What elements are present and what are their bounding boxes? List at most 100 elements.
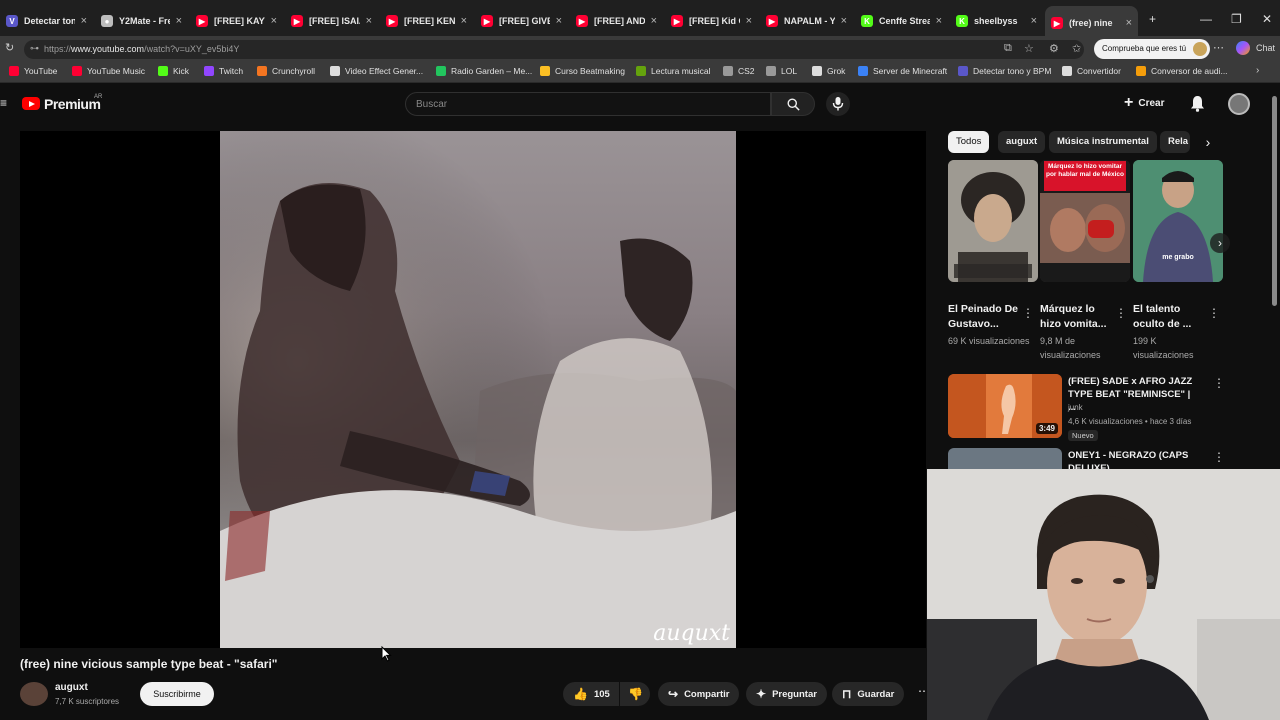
bookmark-item[interactable]: Radio Garden – Me... — [436, 66, 532, 76]
url-field[interactable]: ⊶ https://www.youtube.com/watch?v=uXY_ev… — [24, 40, 1084, 59]
browser-tab[interactable]: ▶ [FREE] ANDER × — [570, 8, 663, 34]
shorts-next-icon[interactable]: › — [1210, 233, 1230, 253]
maximize-icon[interactable]: ❐ — [1231, 12, 1242, 26]
browser-tab[interactable]: ▶ [FREE] KENDRI × — [380, 8, 473, 34]
video-frame[interactable]: auquxt — [220, 131, 736, 648]
favorites-icon[interactable]: ✩ — [1072, 42, 1081, 55]
close-window-icon[interactable]: ✕ — [1262, 12, 1272, 26]
chip-all[interactable]: Todos — [948, 131, 990, 153]
browser-tab[interactable]: V Detectar tono y × — [0, 8, 93, 34]
bookmark-item[interactable]: Convertidor — [1062, 66, 1121, 76]
tab-close-icon[interactable]: × — [1126, 17, 1132, 29]
bookmark-item[interactable]: Crunchyroll — [257, 66, 315, 76]
bookmark-item[interactable]: Server de Minecraft — [858, 66, 947, 76]
tab-close-icon[interactable]: × — [746, 15, 752, 27]
tab-close-icon[interactable]: × — [461, 15, 467, 27]
short-thumbnail-2[interactable]: Márquez lo hizo vomitar por hablar mal d… — [1040, 160, 1130, 282]
copilot-icon[interactable] — [1236, 41, 1250, 55]
browser-tab[interactable]: ▶ [FREE] ISAIAH R × — [285, 8, 378, 34]
search-input[interactable]: Buscar — [405, 92, 771, 116]
short-more-icon-3[interactable]: ⋮ — [1208, 306, 1220, 320]
short-title-2[interactable]: Márquez lo hizo vomita... — [1040, 302, 1115, 332]
profile-verify-button[interactable]: Comprueba que eres tú — [1094, 39, 1211, 59]
bookmark-item[interactable]: Twitch — [204, 66, 243, 76]
tab-close-icon[interactable]: × — [936, 15, 942, 27]
bookmark-label: Conversor de audi... — [1151, 66, 1228, 76]
bookmark-item[interactable]: Conversor de audi... — [1136, 66, 1228, 76]
dislike-button[interactable]: 👎 — [620, 682, 650, 706]
bookmark-item[interactable]: LOL — [766, 66, 797, 76]
browser-tab[interactable]: ● Y2Mate - Free Y × — [95, 8, 188, 34]
youtube-logo-icon[interactable] — [22, 97, 40, 110]
short-thumbnail-1[interactable] — [948, 160, 1038, 282]
screen-share-icon[interactable]: ⧉ — [1004, 42, 1012, 55]
create-button[interactable]: + Crear — [1124, 94, 1164, 112]
bookmark-item[interactable]: Curso Beatmaking — [540, 66, 625, 76]
chat-button[interactable]: Chat — [1256, 43, 1275, 53]
bookmarks-overflow-icon[interactable]: › — [1256, 65, 1259, 76]
browser-tab[interactable]: K Cenffe Stream × — [855, 8, 948, 34]
tab-close-icon[interactable]: × — [366, 15, 372, 27]
channel-name[interactable]: auguxt — [55, 682, 88, 693]
minimize-icon[interactable]: — — [1200, 12, 1212, 26]
tab-close-icon[interactable]: × — [556, 15, 562, 27]
browser-tab[interactable]: ▶ [FREE] KAYTRA × — [190, 8, 283, 34]
like-button[interactable]: 👍 105 — [563, 682, 619, 706]
new-tab-button[interactable]: + — [1149, 12, 1156, 26]
tab-close-icon[interactable]: × — [81, 15, 87, 27]
browser-tab[interactable]: ▶ (free) nine × — [1045, 6, 1138, 40]
account-avatar[interactable] — [1228, 93, 1250, 115]
bookmark-item[interactable]: YouTube — [9, 66, 57, 76]
chips-next-icon[interactable]: › — [1196, 131, 1220, 153]
recommendation-thumbnail-2[interactable] — [948, 448, 1062, 470]
notifications-button[interactable] — [1190, 95, 1205, 117]
bookmark-star-icon[interactable]: ☆ — [1024, 42, 1034, 55]
menu-icon[interactable]: ≡ — [0, 96, 7, 110]
bookmark-item[interactable]: Kick — [158, 66, 189, 76]
short-more-icon-2[interactable]: ⋮ — [1115, 306, 1127, 320]
tab-close-icon[interactable]: × — [1031, 15, 1037, 27]
youtube-brand[interactable]: Premium — [44, 96, 101, 112]
bookmark-item[interactable]: Grok — [812, 66, 845, 76]
recommendation-title-1[interactable]: (FREE) SADE x AFRO JAZZ TYPE BEAT "REMIN… — [1068, 375, 1198, 414]
bookmark-item[interactable]: Detectar tono y BPM — [958, 66, 1051, 76]
browser-tab[interactable]: ▶ [FREE] GIVEON × — [475, 8, 568, 34]
short-thumbnail-3[interactable]: me grabo — [1133, 160, 1223, 282]
bookmark-item[interactable]: CS2 — [723, 66, 755, 76]
page-scrollbar[interactable] — [1272, 96, 1277, 306]
recommendation-title-2[interactable]: ONEY1 - NEGRAZO (CAPS DELUXE) — [1068, 449, 1198, 470]
chip-instrumental[interactable]: Música instrumental — [1049, 131, 1157, 153]
tab-close-icon[interactable]: × — [651, 15, 657, 27]
browser-tab[interactable]: ▶ NAPALM - You × — [760, 8, 853, 34]
tab-close-icon[interactable]: × — [176, 15, 182, 27]
chip-channel[interactable]: auguxt — [998, 131, 1046, 153]
short-title-1[interactable]: El Peinado De Gustavo... — [948, 302, 1023, 332]
search-button[interactable] — [771, 92, 815, 116]
bookmark-label: Detectar tono y BPM — [973, 66, 1052, 76]
browser-tab[interactable]: Ksheelbyss × — [950, 8, 1043, 34]
save-button[interactable]: ⊓ Guardar — [832, 682, 905, 706]
recommendation-thumbnail-1[interactable]: 3:49 — [948, 374, 1062, 438]
chip-related[interactable]: Rela — [1160, 131, 1190, 153]
bookmark-item[interactable]: Lectura musical — [636, 66, 711, 76]
ask-button[interactable]: ✦ Preguntar — [746, 682, 827, 706]
reload-icon[interactable]: ↻ — [5, 41, 14, 54]
short-title-3[interactable]: El talento oculto de ... — [1133, 302, 1208, 332]
tab-close-icon[interactable]: × — [841, 15, 847, 27]
share-button[interactable]: ↪ Compartir — [658, 682, 740, 706]
short-more-icon-1[interactable]: ⋮ — [1022, 306, 1034, 320]
site-info-icon[interactable]: ⊶ — [30, 43, 39, 54]
recommendation-more-icon-1[interactable]: ⋮ — [1213, 376, 1225, 390]
extensions-icon[interactable]: ⚙ — [1049, 42, 1059, 55]
browser-tab[interactable]: ▶ [FREE] Kid Cudi × — [665, 8, 758, 34]
recommendation-more-icon-2[interactable]: ⋮ — [1213, 450, 1225, 464]
subscribe-button[interactable]: Suscribirme — [140, 682, 214, 706]
recommendation-channel-1[interactable]: junk — [1068, 403, 1083, 412]
video-player[interactable]: auquxt — [20, 131, 926, 648]
bookmark-item[interactable]: YouTube Music — [72, 66, 145, 76]
bookmark-item[interactable]: Video Effect Gener... — [330, 66, 423, 76]
tab-close-icon[interactable]: × — [271, 15, 277, 27]
more-menu-icon[interactable]: ⋯ — [1213, 41, 1224, 54]
channel-avatar[interactable] — [20, 682, 48, 706]
voice-search-button[interactable] — [826, 92, 850, 116]
